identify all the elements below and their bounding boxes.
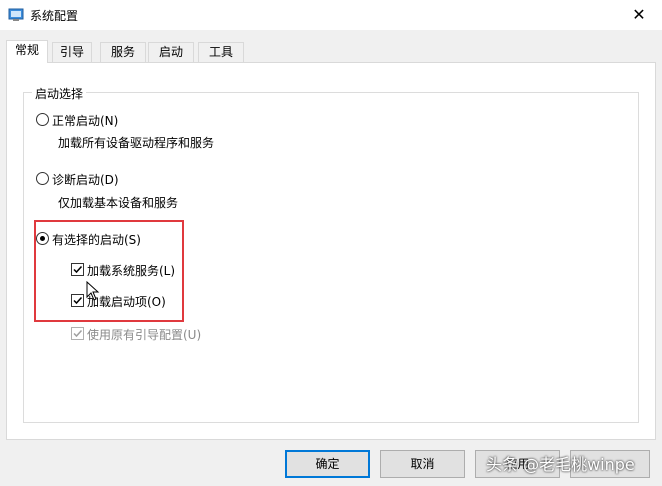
checkmark-icon: [73, 296, 83, 305]
ok-button-label: 确定: [315, 457, 340, 471]
tab-services[interactable]: 服务: [100, 42, 146, 62]
tab-label: 常规: [14, 43, 39, 57]
diagnostic-startup-description: 仅加载基本设备和服务: [58, 196, 179, 210]
use-original-boot-config-checkbox: [71, 327, 84, 340]
tab-general[interactable]: 常规: [6, 40, 48, 63]
tab-label: 引导: [59, 45, 84, 59]
watermark-text: 头条 @老毛桃winpe: [486, 455, 635, 474]
load-system-services-checkbox[interactable]: [71, 263, 84, 276]
use-original-boot-config-label: 使用原有引导配置(U): [87, 328, 202, 342]
diagnostic-startup-label[interactable]: 诊断启动(D): [52, 171, 119, 188]
checkmark-icon: [73, 329, 83, 338]
normal-startup-radio[interactable]: [36, 113, 49, 126]
checkmark-icon: [73, 265, 83, 274]
system-config-icon: [8, 8, 24, 21]
close-button[interactable]: ✕: [616, 0, 662, 30]
group-legend: 启动选择: [32, 85, 87, 102]
tab-label: 启动: [158, 45, 183, 59]
mouse-cursor-icon: [86, 281, 100, 301]
diagnostic-startup-radio[interactable]: [36, 172, 49, 185]
load-system-services-label[interactable]: 加载系统服务(L): [87, 262, 175, 279]
title-bar: 系统配置 ✕: [0, 0, 662, 30]
load-startup-items-checkbox[interactable]: [71, 294, 84, 307]
window-title: 系统配置: [30, 9, 79, 23]
tab-startup[interactable]: 启动: [148, 42, 194, 62]
ok-button[interactable]: 确定: [285, 450, 370, 478]
cancel-button[interactable]: 取消: [380, 450, 465, 478]
tab-label: 工具: [208, 45, 233, 59]
tab-tools[interactable]: 工具: [198, 42, 244, 62]
tab-label: 服务: [110, 45, 135, 59]
selective-startup-label[interactable]: 有选择的启动(S): [52, 231, 141, 248]
tab-boot[interactable]: 引导: [52, 42, 92, 62]
normal-startup-label[interactable]: 正常启动(N): [52, 112, 118, 129]
cancel-button-label: 取消: [410, 457, 435, 471]
selective-startup-radio[interactable]: [36, 232, 49, 245]
close-icon: ✕: [632, 5, 646, 24]
normal-startup-description: 加载所有设备驱动程序和服务: [58, 136, 215, 150]
